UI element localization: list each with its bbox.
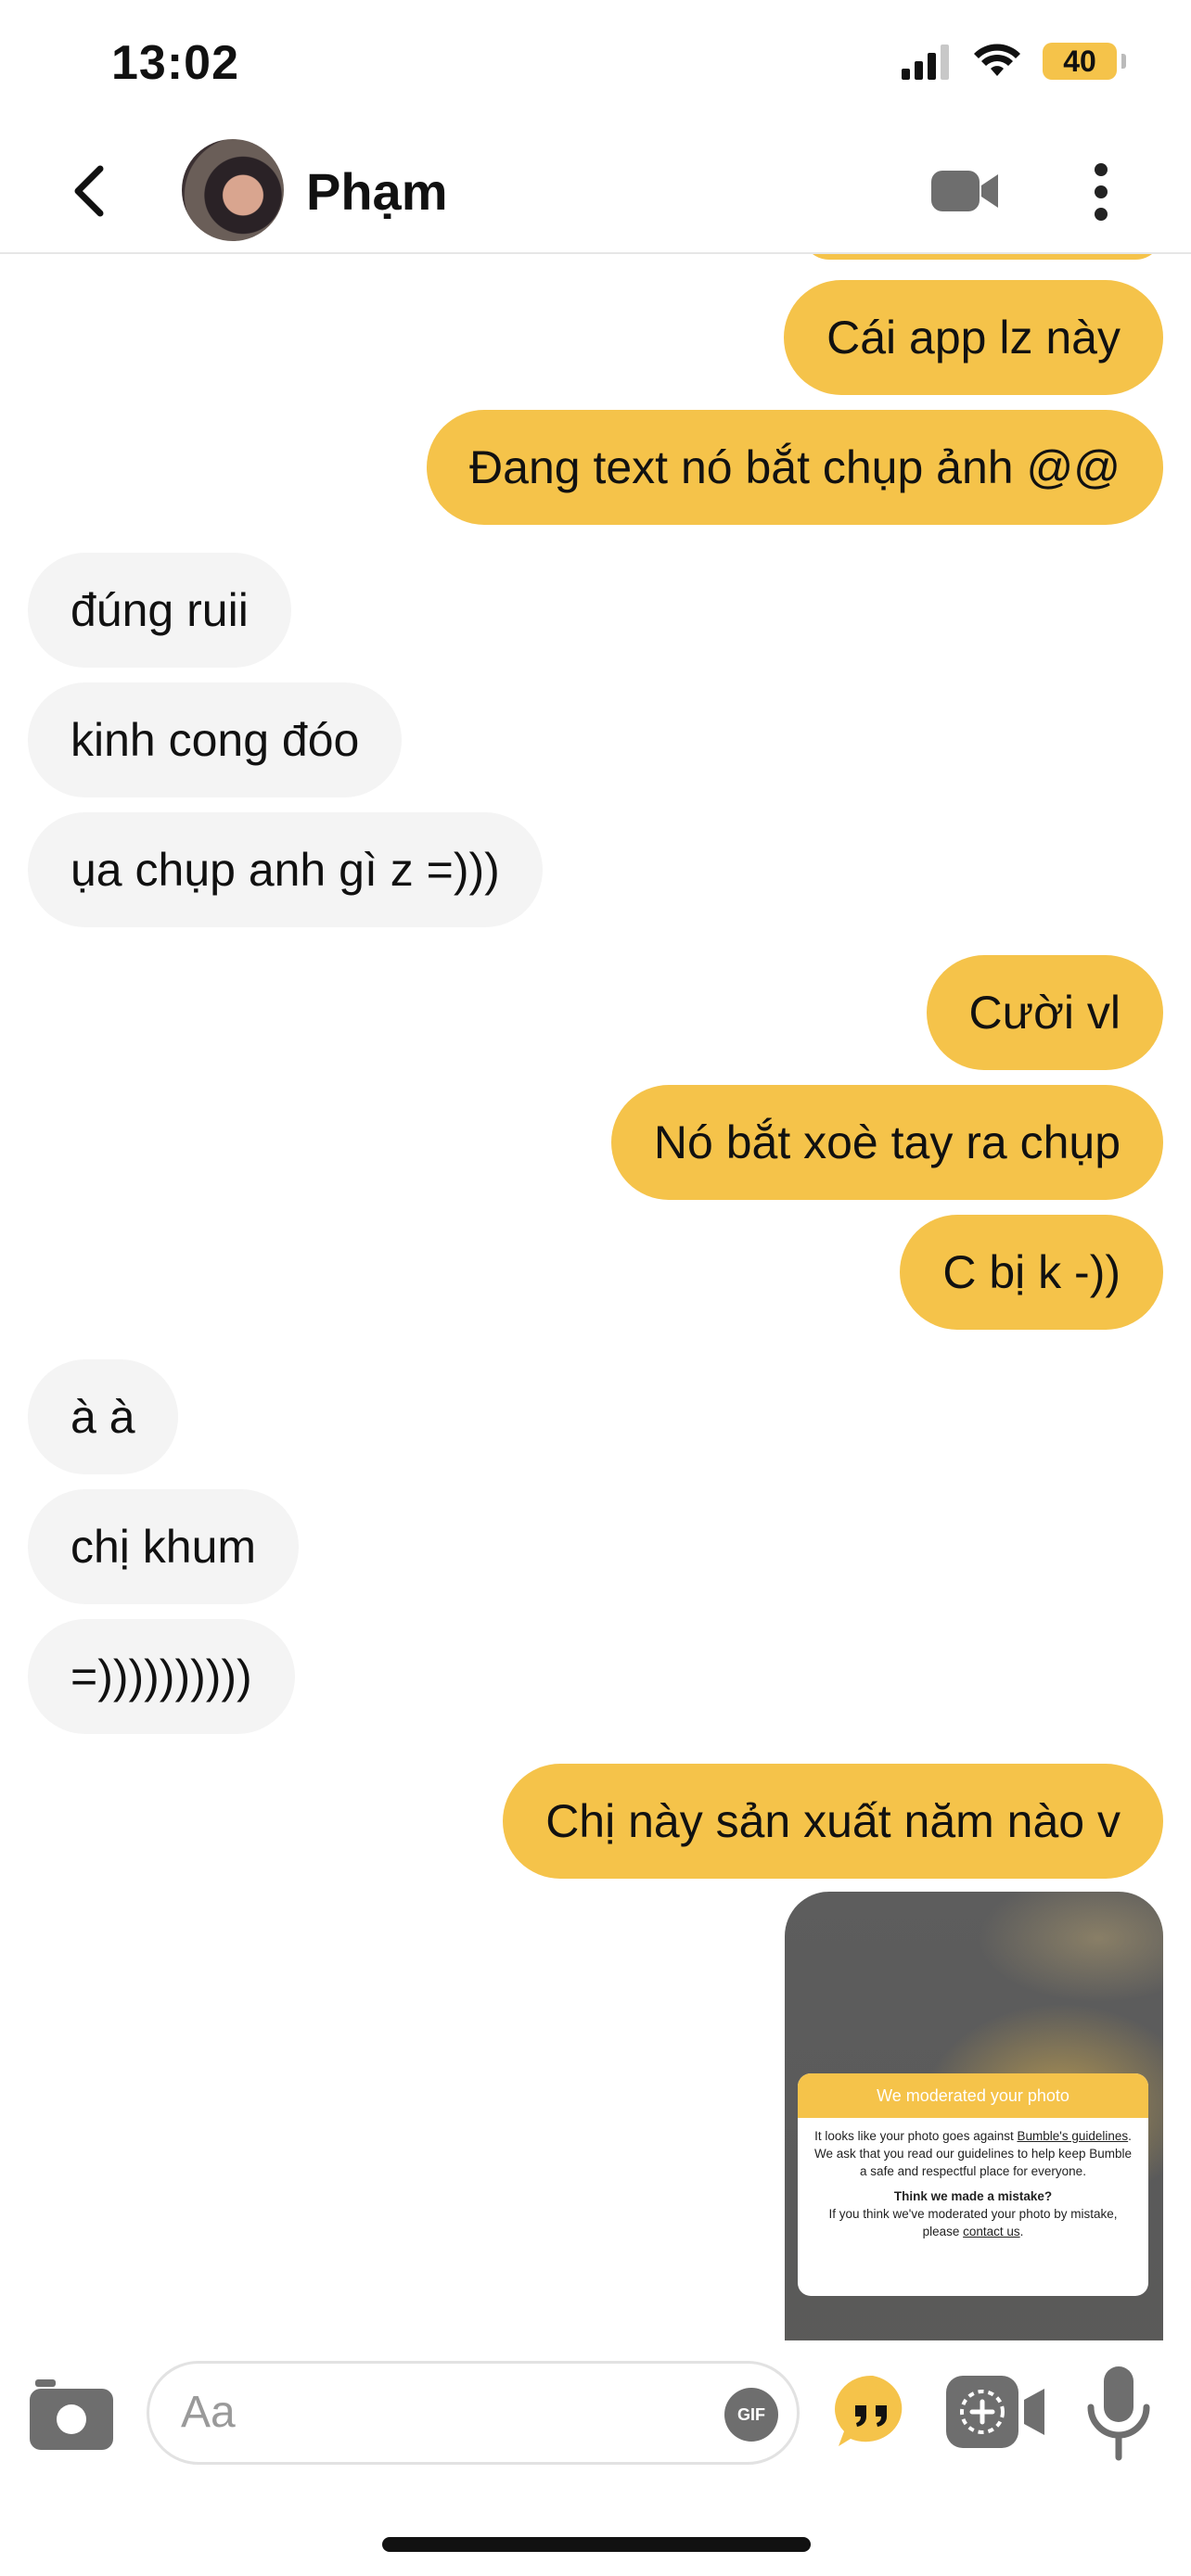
message-bubble-outgoing[interactable]: Đang text nó bắt chụp ảnh @@ [427, 410, 1163, 525]
more-options-button[interactable] [1076, 158, 1126, 226]
wifi-icon [974, 44, 1020, 76]
camera-icon [30, 2379, 113, 2450]
message-bubble-incoming[interactable]: kinh cong đóo [28, 682, 403, 797]
video-call-icon [931, 171, 998, 211]
quote-icon [835, 2375, 903, 2446]
guidelines-link[interactable]: Bumble's guidelines [1017, 2129, 1128, 2143]
moderated-photo-message[interactable]: We moderated your photo It looks like yo… [785, 1892, 1163, 2340]
message-bubble-incoming[interactable]: à à [28, 1359, 178, 1474]
moderation-notice: We moderated your photo It looks like yo… [798, 2073, 1148, 2296]
message-bubble-incoming[interactable]: =)))))))))) [28, 1619, 295, 1734]
message-bubble-outgoing[interactable]: Nó bắt xoè tay ra chụp [610, 1085, 1163, 1200]
status-time: 13:02 [111, 36, 239, 90]
message-bubble-outgoing[interactable]: C bị k -)) [900, 1215, 1163, 1330]
message-input[interactable]: Aa GIF [147, 2361, 800, 2465]
video-message-icon [946, 2376, 1044, 2448]
message-bubble-partial [801, 254, 1163, 260]
status-icons: 40 [900, 43, 1126, 80]
moderation-line1: It looks like your photo goes against Bu… [811, 2127, 1135, 2145]
status-bar: 13:02 40 [0, 0, 1191, 130]
cellular-signal-icon [902, 45, 949, 80]
moderation-line2: We ask that you read our guidelines to h… [814, 2147, 1132, 2178]
photo-blur [978, 1892, 1163, 2003]
message-thread[interactable]: Cái app lz này Đang text nó bắt chụp ảnh… [0, 254, 1191, 2340]
more-vertical-icon [1095, 163, 1108, 176]
video-message-button[interactable] [944, 2372, 1048, 2452]
message-bubble-incoming[interactable]: đúng ruii [28, 553, 291, 668]
moderation-text: It looks like your photo goes against [814, 2129, 1018, 2143]
home-indicator [382, 2537, 811, 2552]
gif-button[interactable]: GIF [724, 2388, 778, 2442]
back-chevron-icon [74, 165, 104, 217]
video-call-button[interactable] [928, 163, 1002, 219]
chat-header: Phạm [0, 130, 1191, 254]
message-composer: Aa GIF [0, 2340, 1191, 2489]
moderation-text: . [1019, 2225, 1024, 2238]
moderation-heading2: Think we made a mistake? [893, 2189, 1053, 2203]
back-button[interactable] [56, 158, 122, 224]
voice-message-button[interactable] [1083, 2365, 1154, 2463]
message-bubble-outgoing[interactable]: Cái app lz này [784, 280, 1163, 395]
more-vertical-icon [1095, 185, 1108, 198]
contact-name[interactable]: Phạm [306, 161, 448, 222]
battery-indicator: 40 [1043, 43, 1126, 80]
message-bubble-outgoing[interactable]: Cười vl [926, 955, 1163, 1070]
moderation-title: We moderated your photo [798, 2073, 1148, 2118]
moderation-body: It looks like your photo goes against Bu… [798, 2118, 1148, 2250]
avatar[interactable] [182, 139, 284, 241]
moderation-line3: If you think we've moderated your photo … [811, 2205, 1135, 2240]
message-input-placeholder: Aa [181, 2388, 236, 2437]
contact-us-link[interactable]: contact us [963, 2225, 1020, 2238]
message-bubble-incoming[interactable]: chị khum [28, 1489, 300, 1604]
message-bubble-incoming[interactable]: ụa chụp anh gì z =))) [28, 812, 543, 927]
message-bubble-outgoing[interactable]: Chị này sản xuất năm nào v [503, 1764, 1163, 1879]
opening-moves-button[interactable] [833, 2372, 913, 2452]
more-vertical-icon [1095, 208, 1108, 221]
moderation-text: . [1128, 2129, 1132, 2143]
microphone-icon [1087, 2366, 1150, 2461]
camera-button[interactable] [28, 2379, 115, 2452]
